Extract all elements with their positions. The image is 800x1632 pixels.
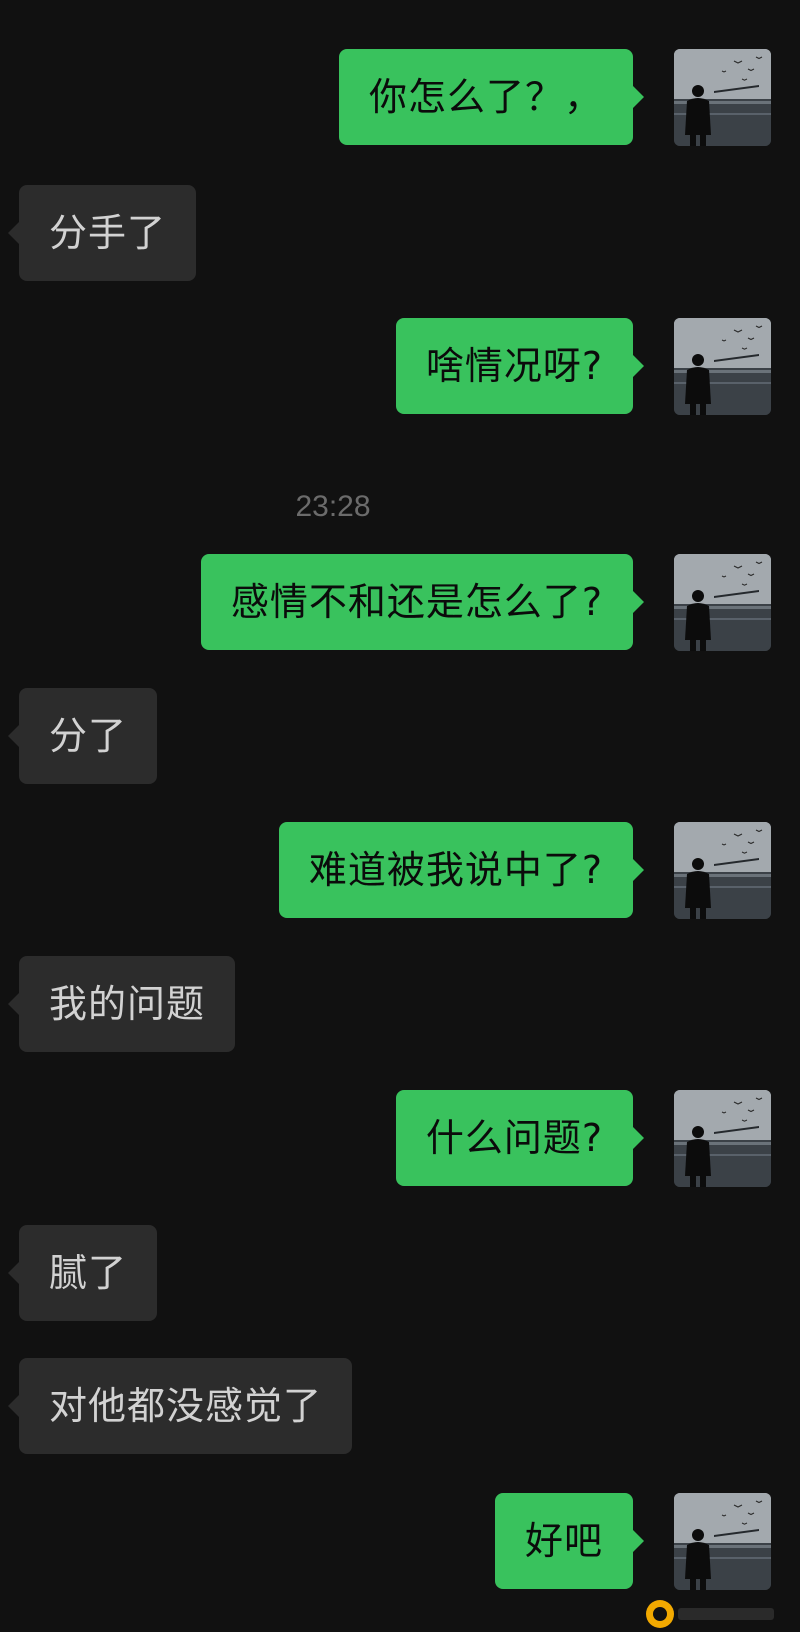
outgoing-message-bubble[interactable]: 感情不和还是怎么了? xyxy=(200,554,645,650)
incoming-message-bubble[interactable]: 我的问题 xyxy=(7,956,236,1052)
avatar[interactable] xyxy=(674,318,771,415)
site-logo-watermark-icon xyxy=(642,1592,782,1628)
avatar[interactable] xyxy=(674,1090,771,1187)
outgoing-message-bubble[interactable]: 难道被我说中了? xyxy=(278,822,645,918)
outgoing-message-bubble[interactable]: 你怎么了？， xyxy=(338,49,645,145)
incoming-message-bubble[interactable]: 对他都没感觉了 xyxy=(7,1358,353,1454)
incoming-message-bubble[interactable]: 分手了 xyxy=(7,185,197,281)
outgoing-message-bubble[interactable]: 啥情况呀? xyxy=(395,318,645,414)
outgoing-message-bubble[interactable]: 什么问题? xyxy=(395,1090,645,1186)
outgoing-message-bubble[interactable]: 好吧 xyxy=(494,1493,645,1589)
incoming-message-bubble[interactable]: 分了 xyxy=(7,688,158,784)
message-timestamp: 23:28 xyxy=(295,490,371,523)
chat-area[interactable]: 你怎么了？， 分手了 啥情况呀? 23:28 感情不和还是怎么了? 分了 难道被… xyxy=(0,0,800,1630)
incoming-message-bubble[interactable]: 腻了 xyxy=(7,1225,158,1321)
avatar[interactable] xyxy=(674,822,771,919)
avatar[interactable] xyxy=(674,49,771,146)
avatar[interactable] xyxy=(674,554,771,651)
avatar[interactable] xyxy=(674,1493,771,1590)
